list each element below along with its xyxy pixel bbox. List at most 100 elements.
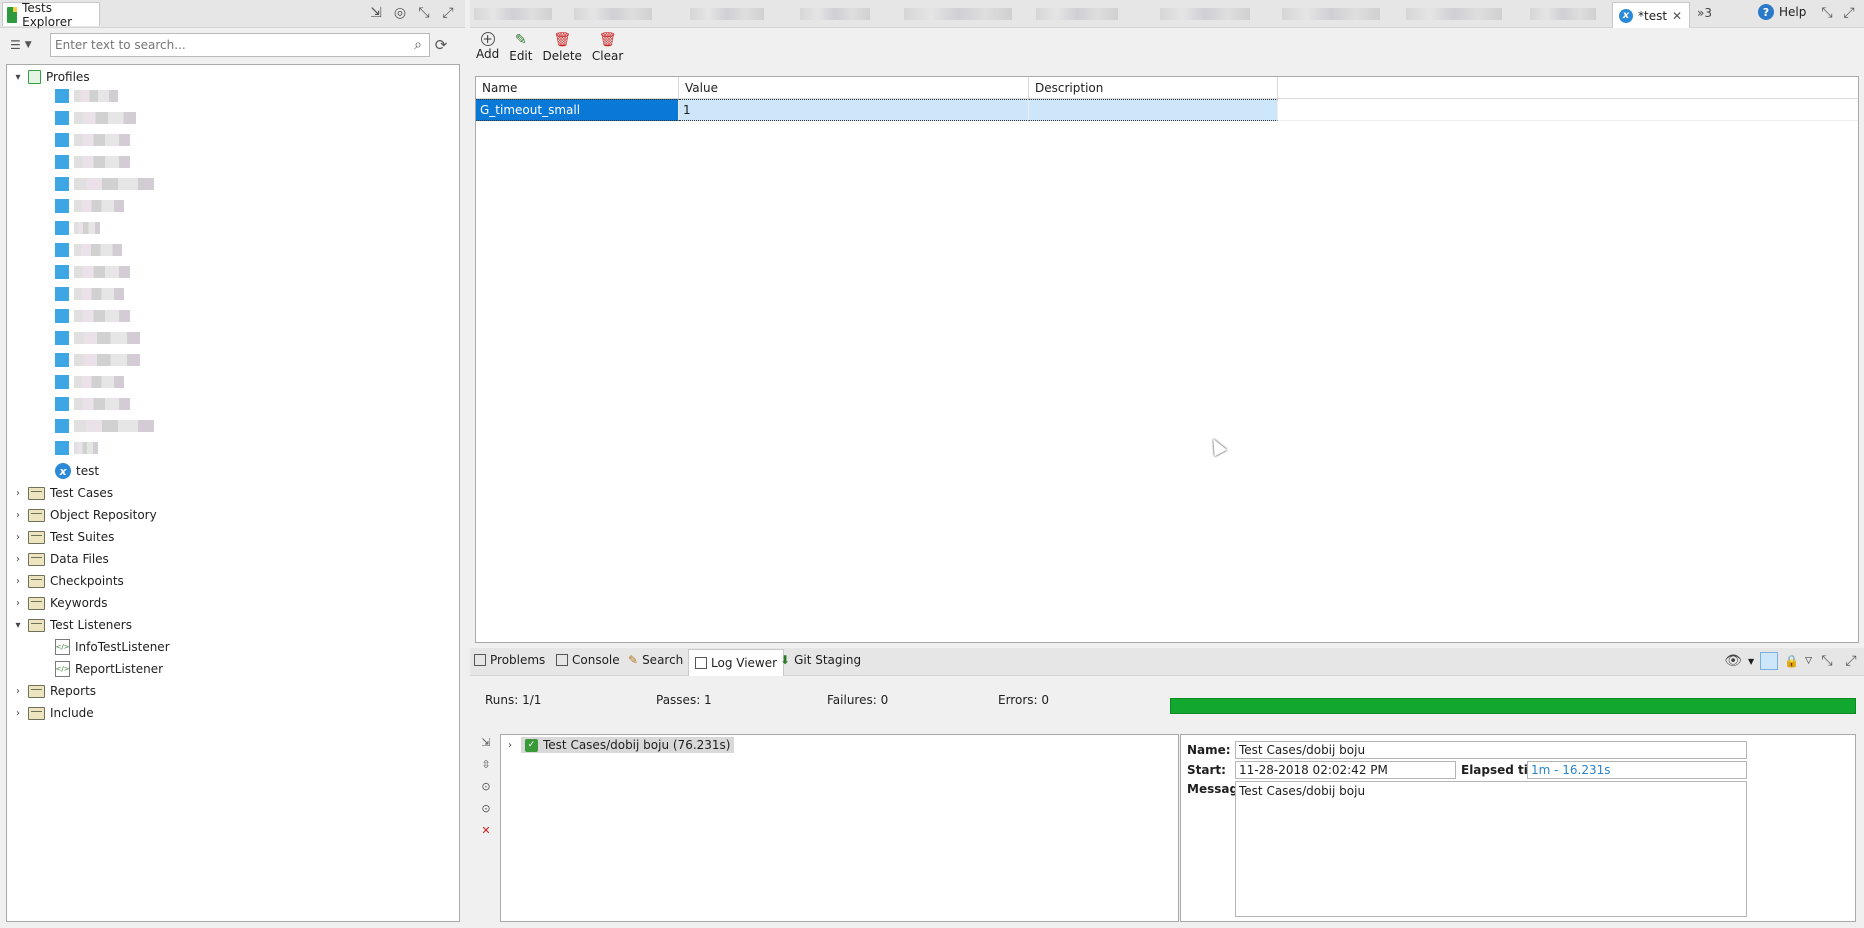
maximize-icon[interactable]: ⤢	[439, 4, 457, 22]
tree-node-blurred-profile[interactable]	[55, 350, 140, 370]
minimize-icon[interactable]: ⤡	[1818, 652, 1836, 670]
tab-git-staging[interactable]: ⬇ Git Staging	[780, 653, 861, 667]
edit-button[interactable]: ✎ Edit	[509, 32, 532, 68]
chevron-right-icon[interactable]: ›	[13, 510, 23, 521]
tab-problems[interactable]: Problems	[474, 653, 545, 667]
elapsed-time-field[interactable]: 1m - 16.231s	[1527, 761, 1747, 779]
collapse-all-icon[interactable]: ⇲	[478, 734, 494, 750]
tab-console[interactable]: Console	[556, 653, 620, 667]
next-failure-icon[interactable]: ⊙	[478, 800, 494, 816]
tree-node-blurred-profile[interactable]	[55, 108, 136, 128]
search-icon: ✎	[628, 653, 639, 667]
tree-view-icon[interactable]	[1760, 652, 1779, 670]
help-button[interactable]: ? Help	[1758, 4, 1806, 20]
editor-tab-blurred[interactable]	[1036, 8, 1118, 20]
tree-node-test-cases[interactable]: › Test Cases	[13, 483, 113, 503]
search-input[interactable]	[51, 34, 407, 56]
tree-node-include[interactable]: › Include	[13, 703, 94, 723]
expand-all-icon[interactable]: ⇳	[478, 756, 494, 772]
tree-node-blurred-profile[interactable]	[55, 306, 130, 326]
chevron-right-icon[interactable]: ›	[13, 598, 23, 609]
search-icon[interactable]: ⌕	[407, 37, 429, 53]
tree-node-test-listeners[interactable]: ▾ Test Listeners	[13, 615, 132, 635]
tree-node-blurred-profile[interactable]	[55, 174, 154, 194]
cell-value[interactable]: 1	[679, 99, 1029, 121]
previous-failure-icon[interactable]: ⊙	[478, 778, 494, 794]
editor-tab-blurred[interactable]	[904, 8, 1012, 20]
tree-node-blurred-profile[interactable]	[55, 86, 118, 106]
tree-node-test-suites[interactable]: › Test Suites	[13, 527, 114, 547]
tree-node-reports[interactable]: › Reports	[13, 681, 96, 701]
view-menu-icon[interactable]: ▽	[1805, 656, 1812, 666]
tree-node-blurred-profile[interactable]	[55, 328, 140, 348]
chevron-down-icon[interactable]: ▼	[1748, 657, 1754, 666]
tab-overflow-button[interactable]: »3	[1697, 6, 1712, 20]
cell-description[interactable]	[1029, 99, 1278, 121]
delete-button[interactable]: 🗑 Delete	[542, 32, 581, 68]
editor-tab-blurred[interactable]	[1406, 8, 1502, 20]
filter-button[interactable]: ☰ ▼	[6, 33, 50, 57]
editor-tab-blurred[interactable]	[1160, 8, 1250, 20]
tree-node-blurred-profile[interactable]	[55, 416, 154, 436]
clear-log-icon[interactable]: ✕	[478, 822, 494, 838]
cell-name[interactable]: G_timeout_small	[476, 99, 679, 121]
chevron-right-icon[interactable]: ›	[13, 532, 23, 543]
chevron-right-icon[interactable]: ›	[13, 686, 23, 697]
link-editor-icon[interactable]: ◎	[391, 4, 409, 22]
editor-tab-test[interactable]: x *test ✕	[1612, 2, 1690, 28]
tree-node-blurred-profile[interactable]	[55, 372, 124, 392]
tree-node-blurred-profile[interactable]	[55, 196, 124, 216]
tree-node-keywords[interactable]: › Keywords	[13, 593, 108, 613]
column-header-name[interactable]: Name	[476, 77, 679, 99]
editor-tab-blurred[interactable]	[690, 8, 764, 20]
chevron-right-icon[interactable]: ›	[505, 740, 515, 751]
collapse-all-icon[interactable]: ⇲	[367, 4, 385, 22]
chevron-right-icon[interactable]: ›	[13, 708, 23, 719]
eye-icon[interactable]: 👁	[1724, 653, 1742, 669]
tree-node-blurred-profile[interactable]	[55, 218, 100, 238]
tree-node-blurred-profile[interactable]	[55, 240, 122, 260]
tree-node-blurred-profile[interactable]	[55, 152, 130, 172]
message-field[interactable]: Test Cases/dobij boju	[1235, 781, 1747, 917]
tests-explorer-tab[interactable]: Tests Explorer	[2, 1, 100, 29]
tree-node-info-test-listener[interactable]: </> InfoTestListener	[55, 637, 170, 657]
editor-tab-blurred[interactable]	[474, 8, 552, 20]
lock-icon[interactable]: 🔒	[1784, 654, 1799, 668]
minimize-icon[interactable]: ⤡	[415, 4, 433, 22]
column-header-value[interactable]: Value	[679, 77, 1029, 99]
tree-node-report-listener[interactable]: </> ReportListener	[55, 659, 163, 679]
chevron-right-icon[interactable]: ›	[13, 554, 23, 565]
maximize-icon[interactable]: ⤢	[1842, 652, 1860, 670]
minimize-icon[interactable]: ⤡	[1818, 4, 1836, 22]
chevron-down-icon[interactable]: ▾	[13, 72, 23, 83]
tree-node-data-files[interactable]: › Data Files	[13, 549, 109, 569]
tree-node-profiles[interactable]: ▾ Profiles	[13, 67, 90, 87]
tree-node-object-repository[interactable]: › Object Repository	[13, 505, 157, 525]
tree-node-checkpoints[interactable]: › Checkpoints	[13, 571, 124, 591]
start-field[interactable]: 11-28-2018 02:02:42 PM	[1235, 761, 1456, 779]
tree-node-blurred-profile[interactable]	[55, 130, 130, 150]
close-icon[interactable]: ✕	[1672, 9, 1682, 23]
tree-node-profile-test[interactable]: x test	[55, 461, 99, 481]
tree-node-blurred-profile[interactable]	[55, 284, 124, 304]
result-node[interactable]: › ✓ Test Cases/dobij boju (76.231s)	[505, 737, 735, 753]
chevron-right-icon[interactable]: ›	[13, 576, 23, 587]
tab-search[interactable]: ✎ Search	[628, 653, 683, 667]
refresh-icon[interactable]: ⟳	[430, 36, 452, 54]
editor-tab-blurred[interactable]	[800, 8, 870, 20]
tree-node-blurred-profile[interactable]	[55, 262, 130, 282]
chevron-right-icon[interactable]: ›	[13, 488, 23, 499]
table-row[interactable]: G_timeout_small 1	[476, 99, 1858, 121]
editor-tab-blurred[interactable]	[1530, 8, 1596, 20]
maximize-icon[interactable]: ⤢	[1840, 4, 1858, 22]
tab-log-viewer[interactable]: Log Viewer	[688, 649, 785, 676]
chevron-down-icon[interactable]: ▾	[13, 620, 23, 631]
clear-button[interactable]: 🗑 Clear	[592, 32, 623, 68]
name-field[interactable]: Test Cases/dobij boju	[1235, 741, 1747, 759]
add-button[interactable]: + Add	[476, 32, 499, 68]
editor-tab-blurred[interactable]	[1282, 8, 1380, 20]
tree-node-blurred-profile[interactable]	[55, 438, 98, 458]
tree-node-blurred-profile[interactable]	[55, 394, 130, 414]
editor-tab-blurred[interactable]	[574, 8, 652, 20]
column-header-description[interactable]: Description	[1029, 77, 1278, 99]
